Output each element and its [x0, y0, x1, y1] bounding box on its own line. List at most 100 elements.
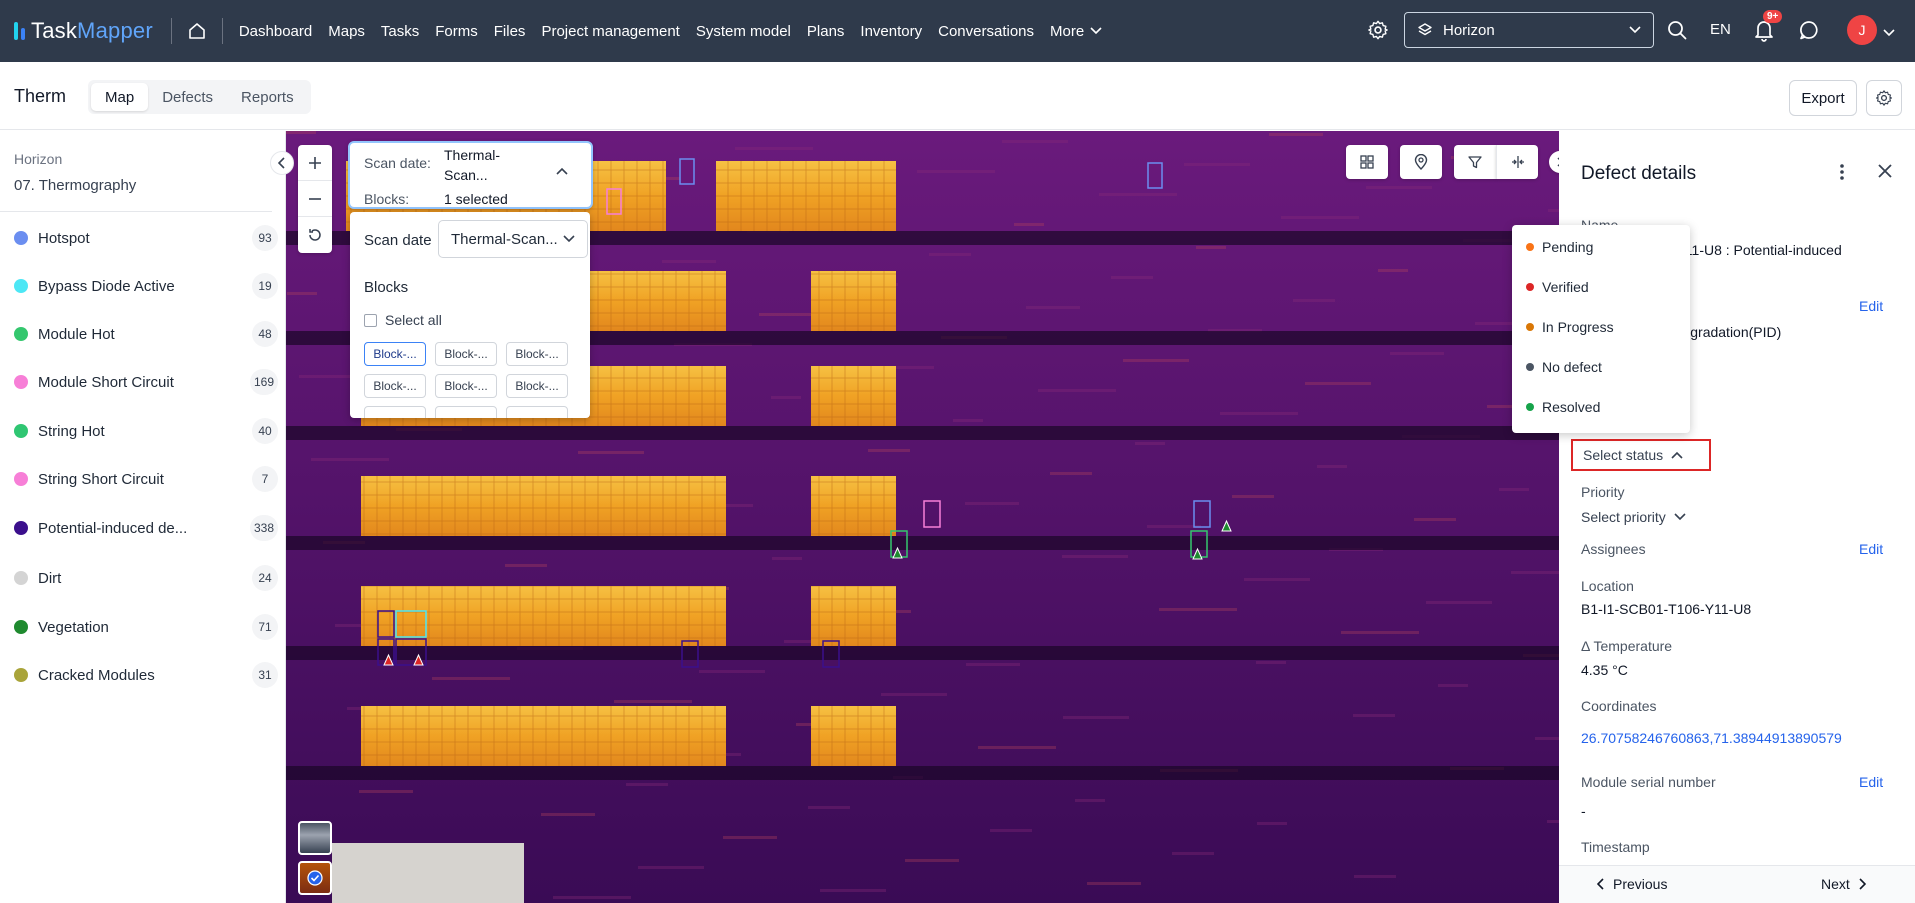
zoom-controls [298, 145, 332, 253]
sidebar-defect-class[interactable]: Dirt 24 [14, 563, 278, 593]
search-icon[interactable] [1666, 19, 1688, 44]
app-logo[interactable]: TaskMapper [14, 0, 153, 62]
sidebar-defect-class[interactable]: Potential-induced de... 338 [14, 513, 278, 543]
view-tabs: Map Defects Reports [88, 80, 311, 114]
chevron-down-icon [563, 235, 575, 243]
nav-inventory[interactable]: Inventory [852, 23, 930, 40]
nav-conversations[interactable]: Conversations [930, 23, 1042, 40]
nav-project-management[interactable]: Project management [533, 23, 687, 40]
timestamp-label: Timestamp [1581, 839, 1650, 855]
block-chip[interactable]: Block-... [364, 342, 426, 366]
chevron-down-icon [1629, 26, 1641, 34]
select-priority-dropdown[interactable]: Select priority [1581, 509, 1686, 525]
nav-tasks[interactable]: Tasks [373, 23, 427, 40]
block-chip[interactable]: Block-... [506, 342, 568, 366]
gear-icon[interactable] [1367, 19, 1391, 43]
defect-class-sidebar: Horizon 07. Thermography Hotspot 93 Bypass… [0, 131, 286, 903]
logo-text-part2: Mapper [77, 18, 153, 43]
block-chip[interactable]: Block-... [506, 374, 568, 398]
block-chip[interactable]: Block-... [435, 342, 497, 366]
block-chip[interactable]: Block-... [364, 374, 426, 398]
chevron-up-icon [1671, 451, 1683, 459]
sidebar-defect-class[interactable]: Module Hot 48 [14, 319, 278, 349]
tab-defects[interactable]: Defects [148, 83, 227, 111]
zoom-in-button[interactable] [298, 145, 332, 181]
block-chip[interactable] [435, 406, 497, 418]
sidebar-defect-class[interactable]: String Short Circuit 7 [14, 464, 278, 494]
close-icon[interactable] [1877, 163, 1893, 182]
collapse-sidebar-button[interactable] [270, 151, 294, 175]
rotate-icon [309, 229, 321, 241]
class-label: String Hot [38, 422, 105, 440]
logo-mark-icon [14, 22, 25, 40]
sidebar-defect-class[interactable]: Module Short Circuit 169 [14, 367, 278, 397]
select-status-button[interactable]: Select status [1571, 439, 1711, 471]
edit-type-link[interactable]: Edit [1859, 298, 1883, 314]
block-chip[interactable]: Block-... [435, 374, 497, 398]
nav-dashboard[interactable]: Dashboard [231, 23, 320, 40]
class-count-badge: 48 [252, 321, 278, 347]
status-option[interactable]: Verified [1526, 279, 1589, 295]
map-tools-left [1346, 145, 1538, 179]
nav-forms[interactable]: Forms [427, 23, 486, 40]
select-all-checkbox[interactable]: Select all [364, 312, 442, 328]
status-color-dot [1526, 243, 1534, 251]
location-value: B1-I1-SCB01-T106-Y11-U8 [1581, 601, 1752, 617]
settings-button[interactable] [1866, 80, 1902, 116]
class-label: Potential-induced de... [38, 519, 188, 537]
status-option[interactable]: No defect [1526, 359, 1602, 375]
tab-reports[interactable]: Reports [227, 83, 308, 111]
scan-date-select[interactable]: Thermal-Scan... [438, 220, 588, 258]
scan-date-card[interactable]: Scan date: Thermal-Scan... Blocks: 1 sel… [348, 141, 593, 209]
status-option[interactable]: Resolved [1526, 399, 1600, 415]
serial-label: Module serial number [1581, 774, 1716, 790]
location-button[interactable] [1400, 145, 1442, 179]
chat-icon[interactable] [1798, 19, 1820, 44]
reset-view-button[interactable] [298, 217, 332, 253]
basemap-satellite-thumb[interactable] [298, 821, 332, 855]
nav-plans[interactable]: Plans [799, 23, 853, 40]
nav-more[interactable]: More [1042, 23, 1110, 40]
edit-assignees-link[interactable]: Edit [1859, 541, 1883, 557]
workspace-select[interactable]: Horizon [1404, 12, 1654, 48]
class-count-badge: 93 [252, 225, 278, 251]
language-switch[interactable]: EN [1710, 21, 1731, 38]
grid-view-button[interactable] [1346, 145, 1388, 179]
class-count-badge: 24 [252, 565, 278, 591]
avatar[interactable]: J [1847, 15, 1877, 45]
minimap[interactable] [332, 843, 524, 903]
nav-files[interactable]: Files [486, 23, 534, 40]
more-options-icon[interactable] [1839, 163, 1845, 184]
status-option[interactable]: Pending [1526, 239, 1593, 255]
checkbox[interactable] [364, 313, 377, 327]
block-chip[interactable] [364, 406, 426, 418]
compare-button[interactable] [1496, 145, 1538, 179]
status-option-label: In Progress [1542, 319, 1614, 335]
sidebar-defect-class[interactable]: Cracked Modules 31 [14, 660, 278, 690]
block-chip[interactable] [506, 406, 568, 418]
check-circle-icon [307, 870, 323, 886]
chevron-down-icon[interactable] [1883, 24, 1895, 40]
sidebar-defect-class[interactable]: Vegetation 71 [14, 612, 278, 642]
nav-maps[interactable]: Maps [320, 23, 373, 40]
basemap-thermal-thumb[interactable] [298, 861, 332, 895]
temperature-label: Δ Temperature [1581, 638, 1673, 654]
sidebar-defect-class[interactable]: Bypass Diode Active 19 [14, 271, 278, 301]
status-option-label: Verified [1542, 279, 1589, 295]
next-button[interactable]: Next [1821, 876, 1866, 892]
nav-system-model[interactable]: System model [688, 23, 799, 40]
status-option[interactable]: In Progress [1526, 319, 1614, 335]
home-icon[interactable] [186, 20, 208, 42]
zoom-out-button[interactable] [298, 181, 332, 217]
sidebar-defect-class[interactable]: String Hot 40 [14, 416, 278, 446]
tab-map[interactable]: Map [91, 83, 149, 111]
edit-serial-link[interactable]: Edit [1859, 774, 1883, 790]
previous-button[interactable]: Previous [1597, 876, 1667, 892]
class-count-badge: 40 [252, 418, 278, 444]
status-placeholder: Select status [1583, 447, 1664, 463]
coordinates-link[interactable]: 26.70758246760863,71.38944913890579 [1581, 730, 1842, 746]
filter-button[interactable] [1454, 145, 1496, 179]
chevron-up-icon[interactable] [556, 167, 568, 175]
sidebar-defect-class[interactable]: Hotspot 93 [14, 223, 278, 253]
export-button[interactable]: Export [1789, 80, 1857, 116]
